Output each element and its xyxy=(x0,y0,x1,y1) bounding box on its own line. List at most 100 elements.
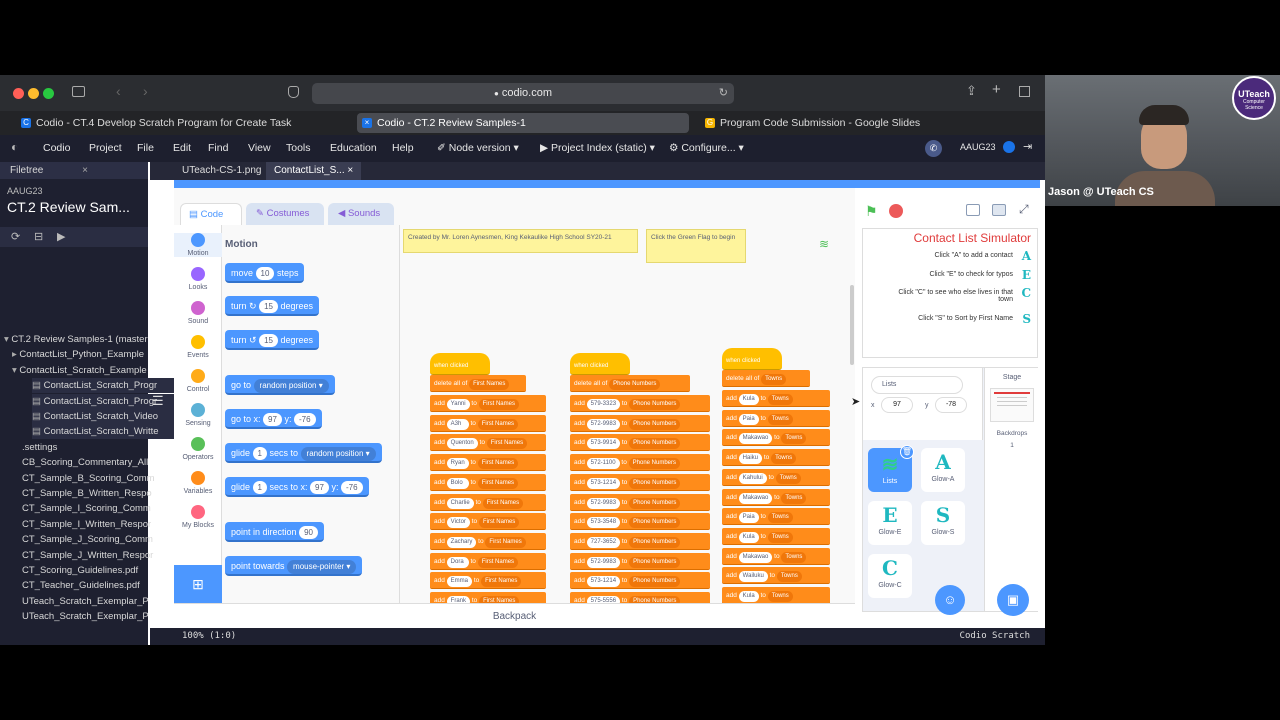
target-dropdown[interactable]: random position ▾ xyxy=(253,379,329,393)
list-dropdown[interactable]: Towns xyxy=(767,591,793,602)
list-dropdown[interactable]: Phone Numbers xyxy=(609,379,661,390)
backpack[interactable]: Backpack xyxy=(174,603,855,628)
direction-input[interactable]: 90 xyxy=(299,526,318,539)
category-sound[interactable]: Sound xyxy=(174,301,222,325)
list-dropdown[interactable]: Towns xyxy=(776,571,802,583)
add-to-list-block[interactable]: add Dora to First Names xyxy=(430,552,546,570)
filetree-item[interactable]: ▾ ContactList_Scratch_Example xyxy=(12,363,157,378)
hamburger-icon[interactable]: ☰ xyxy=(152,393,164,409)
filetree-item[interactable]: CT_Sample_B_Written_Respo xyxy=(22,486,167,501)
new-tab-icon[interactable]: + xyxy=(992,81,1001,98)
add-to-list-block[interactable]: add Quenton to First Names xyxy=(430,434,546,452)
y-input[interactable]: -76 xyxy=(340,481,363,494)
list-dropdown[interactable]: First Names xyxy=(477,458,519,470)
add-to-list-block[interactable]: add Makawao to Towns xyxy=(722,547,830,565)
small-stage-icon[interactable] xyxy=(966,204,980,216)
add-to-list-block[interactable]: add Frank to First Names xyxy=(430,592,546,603)
filetree-item[interactable]: ▤ ContactList_Scratch_Progr xyxy=(32,378,177,394)
glide-to-block[interactable]: glide 1 secs to random position ▾ xyxy=(225,443,382,463)
reload-icon[interactable]: ↻ xyxy=(719,83,728,104)
tab-sounds[interactable]: ◀ Sounds xyxy=(328,203,394,225)
add-to-list-block[interactable]: add 573-1214 to Phone Numbers xyxy=(570,473,710,491)
add-to-list-block[interactable]: add Bolo to First Names xyxy=(430,473,546,491)
filetree-item[interactable]: ▤ ContactList_Scratch_Writte xyxy=(32,424,177,440)
degrees-input[interactable]: 15 xyxy=(259,300,278,313)
list-dropdown[interactable]: First Names xyxy=(478,399,519,410)
category-sensing[interactable]: Sensing xyxy=(174,403,222,427)
add-to-list-block[interactable]: add 579-3323 to Phone Numbers xyxy=(570,395,710,412)
x-input[interactable]: 97 xyxy=(263,413,282,426)
list-dropdown[interactable]: Towns xyxy=(775,472,801,484)
list-dropdown[interactable]: First Names xyxy=(478,517,520,529)
menu-education[interactable]: Education xyxy=(330,142,377,154)
add-to-list-block[interactable]: add 575-5556 to Phone Numbers xyxy=(570,592,710,603)
filetree-item[interactable]: ▸ ContactList_Python_Example xyxy=(12,347,157,362)
list-dropdown[interactable]: First Names xyxy=(477,556,519,568)
list-dropdown[interactable]: Phone Numbers xyxy=(629,438,681,450)
item-value-input[interactable]: 579-3323 xyxy=(586,399,621,410)
list-dropdown[interactable]: Towns xyxy=(767,413,793,425)
back-arrow-icon[interactable]: ‹ xyxy=(116,83,121,99)
item-value-input[interactable]: Dora xyxy=(446,556,469,568)
user-name[interactable]: AAUG23 xyxy=(960,142,996,152)
item-value-input[interactable]: Victor xyxy=(446,517,470,529)
filetree-item[interactable]: CT_Sample_I_Written_Respor xyxy=(22,517,167,532)
add-to-list-block[interactable]: add Makawao to Towns xyxy=(722,429,830,447)
item-value-input[interactable]: 572-9983 xyxy=(586,418,621,430)
go-to-block[interactable]: go to random position ▾ xyxy=(225,375,335,395)
turn-right-block[interactable]: turn ↻ 15 degrees xyxy=(225,296,320,316)
secs-input[interactable]: 1 xyxy=(252,481,267,494)
tab-overview-icon[interactable] xyxy=(1019,86,1030,97)
item-value-input[interactable]: 572-9983 xyxy=(586,497,621,509)
item-value-input[interactable]: Yanni xyxy=(446,399,470,410)
shield-icon[interactable] xyxy=(288,86,299,98)
category-events[interactable]: Events xyxy=(174,335,222,359)
sprite-tile[interactable]: ≋ Lists 🗑 xyxy=(868,445,914,492)
secs-input[interactable]: 1 xyxy=(252,447,267,460)
sprite-y-input[interactable]: -78 xyxy=(935,397,967,413)
towards-dropdown[interactable]: mouse-pointer ▾ xyxy=(287,560,357,574)
list-dropdown[interactable]: Towns xyxy=(767,531,793,543)
category-my-blocks[interactable]: My Blocks xyxy=(174,505,222,529)
list-dropdown[interactable]: Towns xyxy=(771,453,797,465)
item-value-input[interactable]: Kula xyxy=(738,531,759,543)
menu-help[interactable]: Help xyxy=(392,142,414,154)
add-to-list-block[interactable]: add Kula to Towns xyxy=(722,527,830,545)
delete-sprite-icon[interactable]: 🗑 xyxy=(900,445,914,459)
add-to-list-block[interactable]: add 572-9983 to Phone Numbers xyxy=(570,493,710,511)
list-dropdown[interactable]: Phone Numbers xyxy=(629,477,681,489)
delete-all-block[interactable]: delete all of Phone Numbers xyxy=(570,375,690,392)
browser-tab-slides[interactable]: G Program Code Submission - Google Slide… xyxy=(700,113,1040,133)
filetree-item[interactable]: CB_Scoring_Commentary_All xyxy=(22,455,167,470)
item-value-input[interactable]: Paia xyxy=(738,512,759,524)
editor-tab-png[interactable]: UTeach-CS-1.png xyxy=(174,162,269,180)
large-stage-icon[interactable] xyxy=(992,204,1006,216)
item-value-input[interactable]: 573-1214 xyxy=(586,477,621,489)
node-version-menu[interactable]: ✐ Node version ▾ xyxy=(437,142,519,154)
add-to-list-block[interactable]: add 573-9914 to Phone Numbers xyxy=(570,434,710,452)
list-dropdown[interactable]: Phone Numbers xyxy=(629,497,681,509)
filetree-item[interactable]: ▾ CT.2 Review Samples-1 (master xyxy=(4,332,149,347)
close-window-button[interactable] xyxy=(13,88,24,99)
sprite-x-input[interactable]: 97 xyxy=(881,397,913,413)
when-flag-clicked-block[interactable]: when clicked xyxy=(722,348,782,370)
item-value-input[interactable]: Paia xyxy=(738,413,759,425)
list-dropdown[interactable]: Phone Numbers xyxy=(629,576,681,588)
configure-menu[interactable]: ⚙ Configure... ▾ xyxy=(669,142,744,154)
add-to-list-block[interactable]: add Makawao to Towns xyxy=(722,488,830,506)
add-to-list-block[interactable]: add Emma to First Names xyxy=(430,572,546,590)
point-direction-block[interactable]: point in direction 90 xyxy=(225,522,324,542)
item-value-input[interactable]: Kahului xyxy=(738,472,767,484)
list-dropdown[interactable]: Towns xyxy=(767,512,793,524)
sprite-tile[interactable]: S Glow-S xyxy=(921,501,965,545)
forward-arrow-icon[interactable]: › xyxy=(143,83,148,99)
menu-find[interactable]: Find xyxy=(208,142,228,154)
item-value-input[interactable]: Ryan xyxy=(446,458,469,470)
point-towards-block[interactable]: point towards mouse-pointer ▾ xyxy=(225,556,363,576)
filetree-item[interactable]: CT_Sample_J_Scoring_Comm xyxy=(22,532,167,547)
category-operators[interactable]: Operators xyxy=(174,437,222,461)
x-input[interactable]: 97 xyxy=(310,481,329,494)
add-to-list-block[interactable]: add 727-3652 to Phone Numbers xyxy=(570,532,710,550)
list-dropdown[interactable]: Phone Numbers xyxy=(629,536,681,548)
close-icon[interactable]: × xyxy=(82,162,88,179)
